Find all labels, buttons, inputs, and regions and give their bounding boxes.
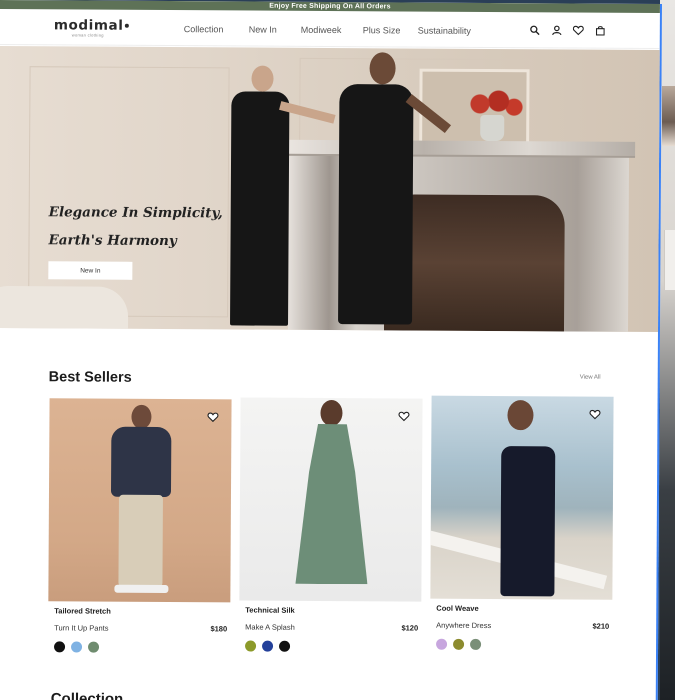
model-dress [295, 424, 368, 584]
nav-item-collection[interactable]: Collection [184, 24, 224, 34]
color-swatch[interactable] [245, 640, 257, 652]
model-head-left [251, 65, 274, 92]
color-swatch[interactable] [279, 640, 291, 652]
product-name[interactable]: Technical Silk [245, 606, 421, 616]
bag-icon[interactable] [595, 25, 606, 36]
nav-item-new-in[interactable]: New In [249, 25, 277, 35]
product-name[interactable]: Cool Weave [436, 604, 612, 614]
product-subtitle: Make A Splash [245, 622, 295, 632]
color-swatches [245, 640, 421, 653]
product-card[interactable]: Tailored Stretch Turn It Up Pants $180 [48, 398, 232, 653]
armchair [0, 285, 129, 333]
background-window-photo [662, 86, 675, 146]
product-price: $180 [210, 624, 228, 634]
collection-section-title: Collection [50, 690, 124, 700]
model-head [131, 404, 152, 429]
hero-banner: Elegance In Simplicity, Earth's Harmony … [0, 45, 662, 333]
product-image[interactable] [48, 398, 232, 603]
model-head-right [369, 52, 396, 85]
nav-item-modiweek[interactable]: Modiweek [301, 25, 342, 35]
model-dress [500, 446, 556, 597]
model-shoes [114, 584, 169, 594]
hero-title: Elegance In Simplicity, Earth's Harmony [48, 198, 288, 255]
color-swatches [436, 638, 612, 651]
wishlist-heart-icon[interactable] [589, 407, 601, 420]
user-icon[interactable] [551, 24, 562, 35]
product-name[interactable]: Tailored Stretch [54, 606, 230, 616]
heart-icon[interactable] [572, 24, 584, 35]
product-image[interactable] [430, 395, 614, 600]
nav-item-sustainability[interactable]: Sustainability [418, 26, 471, 36]
hero-title-line-1: Elegance In Simplicity, [48, 204, 223, 222]
flower-bouquet [461, 88, 524, 120]
model-pants [118, 494, 163, 588]
model-figure-right [338, 84, 414, 325]
site-header: modimal woman clothing Collection New In… [0, 8, 660, 50]
color-swatch[interactable] [262, 640, 274, 652]
product-price: $210 [592, 621, 610, 631]
color-swatch[interactable] [436, 638, 448, 650]
color-swatch[interactable] [470, 638, 482, 650]
color-swatch[interactable] [88, 641, 100, 653]
product-subtitle: Anywhere Dress [436, 620, 492, 631]
product-subtitle: Turn It Up Pants [54, 623, 109, 633]
model-head [320, 399, 343, 427]
model-head [507, 400, 534, 431]
brand-name: modimal [54, 17, 129, 33]
color-swatch[interactable] [54, 641, 66, 653]
product-card[interactable]: Cool Weave Anywhere Dress $210 [430, 395, 614, 651]
nav-item-plus-size[interactable]: Plus Size [363, 25, 401, 35]
color-swatch[interactable] [453, 638, 465, 650]
wishlist-heart-icon[interactable] [207, 409, 219, 423]
wishlist-heart-icon[interactable] [398, 408, 410, 422]
mantel [283, 139, 636, 158]
header-icons [529, 24, 606, 36]
product-price: $120 [401, 623, 419, 633]
color-swatches [54, 641, 230, 653]
view-all-link[interactable]: View All [580, 375, 601, 381]
new-in-button[interactable]: New In [48, 261, 133, 280]
product-card[interactable]: Technical Silk Make A Splash $120 [239, 397, 423, 652]
color-swatch[interactable] [71, 641, 83, 653]
best-sellers-title: Best Sellers [48, 369, 132, 386]
model-sweater [110, 426, 172, 498]
background-window-card [664, 230, 675, 290]
product-image[interactable] [239, 397, 423, 602]
search-icon[interactable] [529, 24, 540, 35]
hero-title-line-2: Earth's Harmony [48, 232, 177, 250]
brand-logo[interactable]: modimal woman clothing [54, 17, 129, 37]
browser-window: Enjoy Free Shipping On All Orders modima… [0, 0, 662, 700]
